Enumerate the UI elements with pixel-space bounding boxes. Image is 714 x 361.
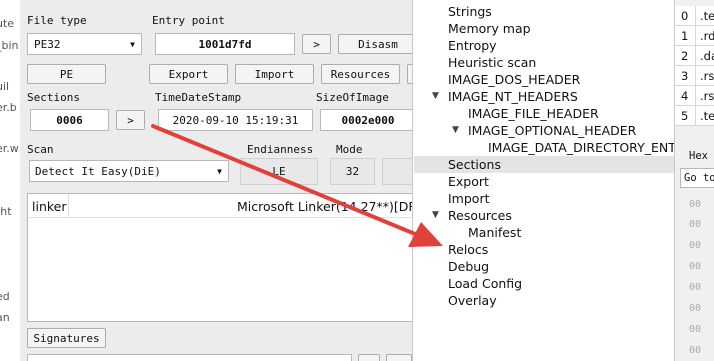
- arrow-shaft: [151, 124, 422, 238]
- annotation-arrow: [151, 124, 443, 247]
